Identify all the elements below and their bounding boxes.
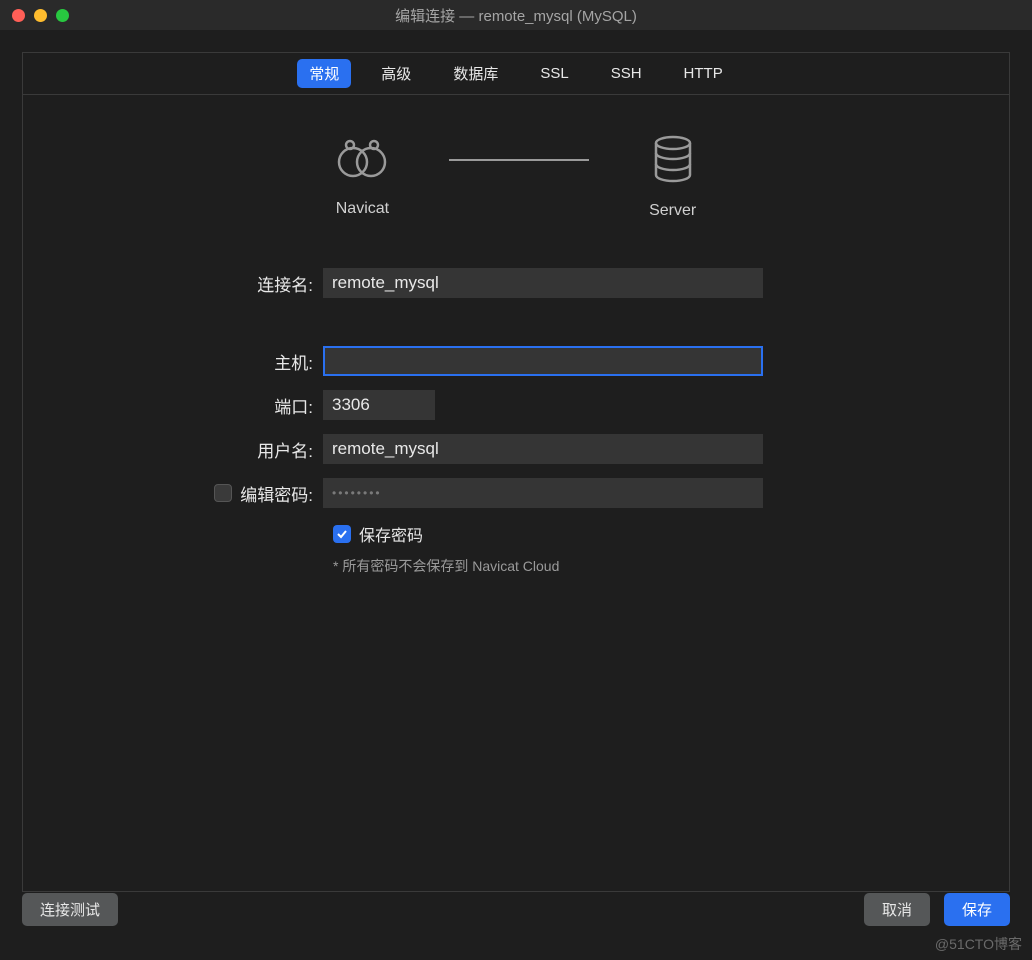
edit-password-label: 编辑密码: bbox=[63, 481, 323, 506]
connection-diagram: Navicat Server bbox=[23, 95, 1009, 238]
tab-general[interactable]: 常规 bbox=[297, 59, 351, 88]
main-panel: 常规 高级 数据库 SSL SSH HTTP Navicat bbox=[22, 52, 1010, 892]
cancel-button[interactable]: 取消 bbox=[864, 893, 930, 926]
window-title: 编辑连接 — remote_mysql (MySQL) bbox=[0, 5, 1032, 26]
close-window-button[interactable] bbox=[12, 9, 25, 22]
username-input[interactable] bbox=[323, 434, 763, 464]
tab-ssl[interactable]: SSL bbox=[528, 61, 580, 86]
tab-ssh[interactable]: SSH bbox=[599, 61, 654, 86]
connection-name-input[interactable] bbox=[323, 268, 763, 298]
save-password-checkbox[interactable] bbox=[333, 525, 351, 543]
edit-password-checkbox[interactable] bbox=[214, 484, 232, 502]
traffic-lights bbox=[12, 9, 69, 22]
save-password-label: 保存密码 bbox=[359, 522, 423, 546]
maximize-window-button[interactable] bbox=[56, 9, 69, 22]
host-input[interactable] bbox=[323, 346, 763, 376]
tabbar: 常规 高级 数据库 SSL SSH HTTP bbox=[23, 53, 1009, 95]
navicat-icon bbox=[337, 137, 387, 186]
username-label: 用户名: bbox=[63, 437, 323, 462]
watermark: @51CTO博客 bbox=[935, 934, 1022, 954]
tab-database[interactable]: 数据库 bbox=[441, 59, 510, 88]
tab-advanced[interactable]: 高级 bbox=[369, 59, 423, 88]
diagram-connector-line bbox=[449, 159, 589, 161]
port-input[interactable] bbox=[323, 390, 435, 420]
save-password-row: 保存密码 bbox=[333, 522, 969, 546]
tab-http[interactable]: HTTP bbox=[672, 61, 735, 86]
host-label: 主机: bbox=[63, 349, 323, 374]
password-input[interactable]: •••••••• bbox=[323, 478, 763, 508]
diagram-left-label: Navicat bbox=[336, 200, 389, 218]
minimize-window-button[interactable] bbox=[34, 9, 47, 22]
password-hint: * 所有密码不会保存到 Navicat Cloud bbox=[333, 556, 969, 576]
password-mask: •••••••• bbox=[332, 486, 382, 500]
connection-form: 连接名: 主机: 端口: 用户名: 编辑密码: •••••••• bbox=[23, 238, 1009, 576]
diagram-right-label: Server bbox=[649, 202, 696, 220]
footer: 连接测试 取消 保存 bbox=[22, 893, 1010, 926]
test-connection-button[interactable]: 连接测试 bbox=[22, 893, 118, 926]
connection-name-label: 连接名: bbox=[63, 271, 323, 296]
save-button[interactable]: 保存 bbox=[944, 893, 1010, 926]
database-icon bbox=[652, 135, 694, 188]
titlebar: 编辑连接 — remote_mysql (MySQL) bbox=[0, 0, 1032, 30]
port-label: 端口: bbox=[63, 393, 323, 418]
edit-password-label-text: 编辑密码: bbox=[240, 481, 313, 506]
